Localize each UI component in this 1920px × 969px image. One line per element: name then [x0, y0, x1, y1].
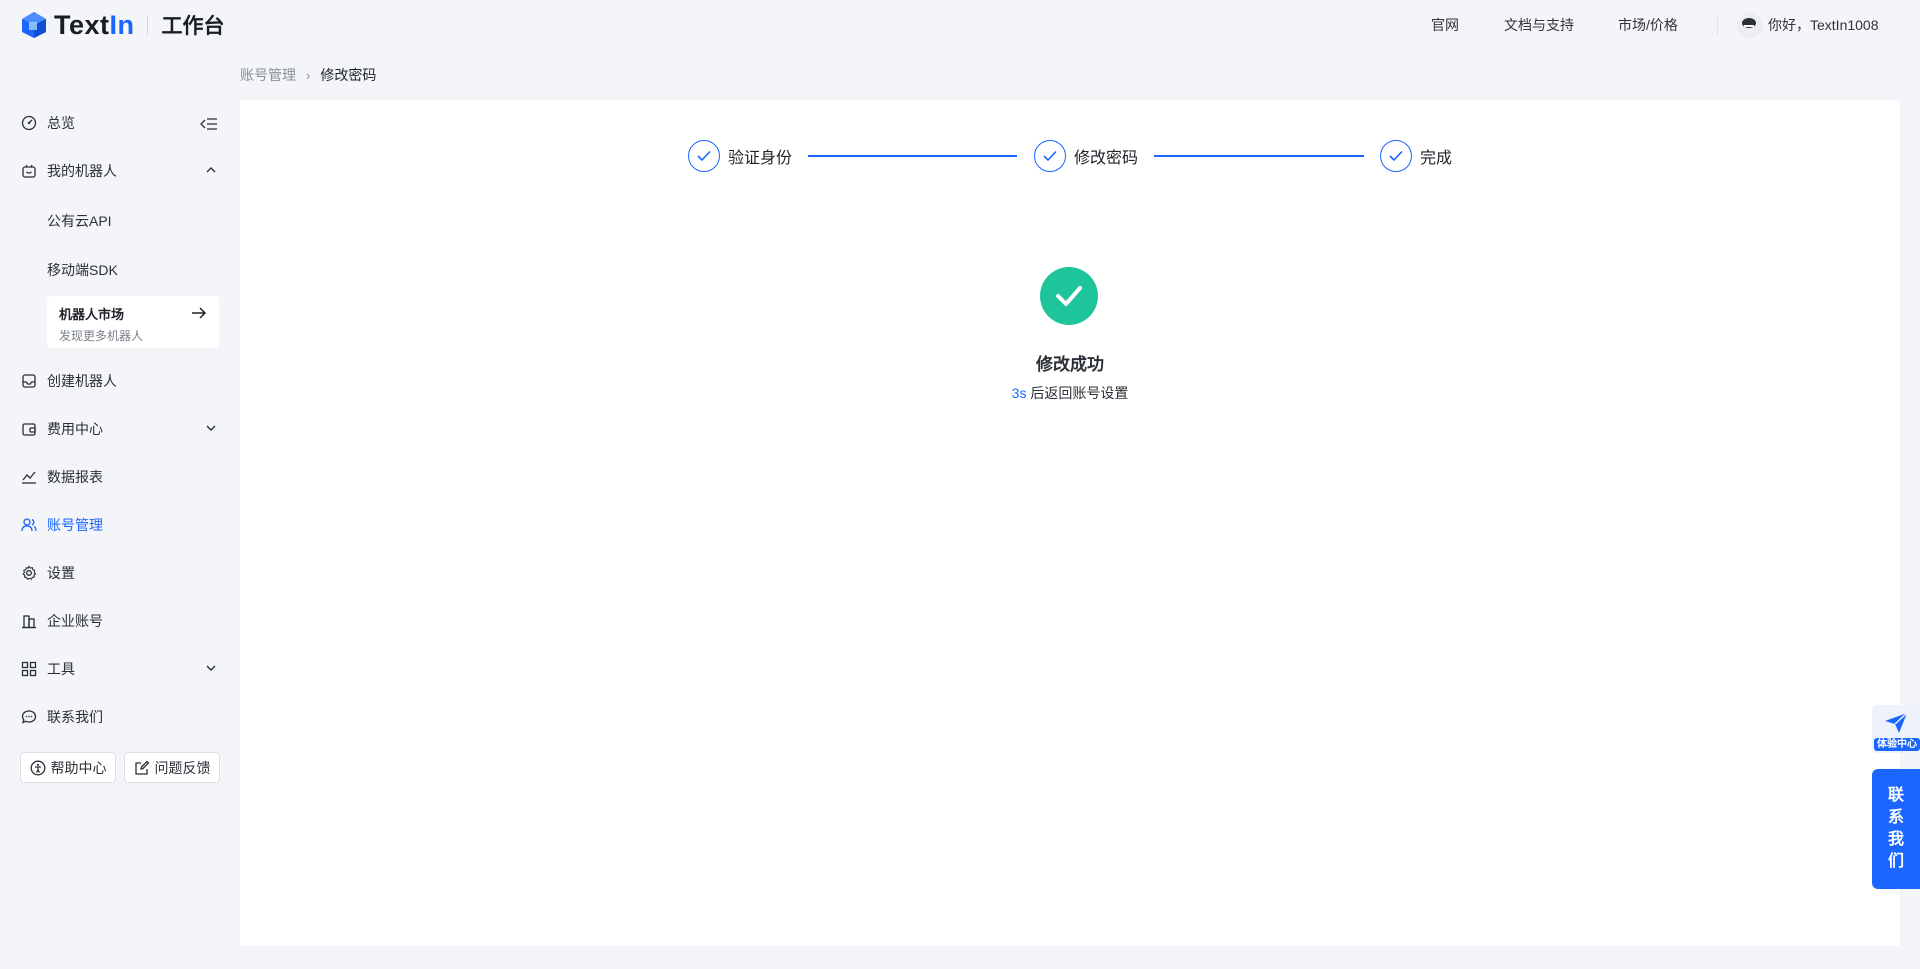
sidebar-item-create-robot[interactable]: 创建机器人 [20, 366, 220, 396]
robot-market-card[interactable]: 机器人市场 发现更多机器人 [47, 296, 219, 348]
redirect-countdown: 3s 后返回账号设置 [240, 383, 1900, 403]
countdown-value: 3s [1011, 385, 1027, 401]
sidebar-item-settings[interactable]: 设置 [20, 558, 220, 588]
step-change-password: 修改密码 [1034, 140, 1138, 172]
accessibility-icon [30, 760, 45, 775]
sidebar-item-label: 账号管理 [47, 517, 103, 533]
collapse-sidebar-icon[interactable] [200, 116, 218, 132]
sidebar-item-contact[interactable]: 联系我们 [20, 702, 220, 732]
sidebar-item-label: 总览 [47, 115, 75, 131]
sidebar-item-label: 企业账号 [47, 613, 103, 629]
step-connector [808, 155, 1017, 157]
step-connector [1154, 155, 1364, 157]
sidebar-item-overview[interactable]: 总览 [20, 108, 220, 138]
check-icon [688, 140, 720, 172]
nav-market-pricing[interactable]: 市场/价格 [1618, 15, 1678, 35]
inbox-icon [20, 372, 38, 390]
success-check-icon [1040, 267, 1098, 325]
nav-divider [1717, 15, 1718, 35]
nav-official-site[interactable]: 官网 [1431, 15, 1459, 35]
dashboard-icon [20, 114, 38, 132]
sidebar-item-enterprise[interactable]: 企业账号 [20, 606, 220, 636]
breadcrumb-parent[interactable]: 账号管理 [240, 65, 296, 85]
sidebar-item-label: 联系我们 [47, 709, 103, 725]
logo-divider [146, 15, 148, 35]
logo-subtitle: 工作台 [161, 15, 225, 38]
sidebar-item-label: 费用中心 [47, 421, 103, 437]
breadcrumb-separator: › [306, 67, 311, 83]
sidebar-item-label: 工具 [47, 661, 75, 677]
step-done: 完成 [1380, 140, 1452, 172]
countdown-text: 后返回账号设置 [1026, 385, 1129, 401]
gear-icon [20, 564, 38, 582]
edit-icon [134, 760, 149, 775]
avatar [1737, 12, 1763, 38]
help-center-button[interactable]: 帮助中心 [20, 752, 116, 783]
feedback-button[interactable]: 问题反馈 [124, 752, 220, 783]
sidebar-item-label: 创建机器人 [47, 373, 117, 389]
app-logo[interactable]: TextIn 工作台 [20, 10, 225, 40]
building-icon [20, 612, 38, 630]
user-menu[interactable]: 你好，TextIn1008 [1737, 12, 1879, 38]
sidebar-item-my-robots[interactable]: 我的机器人 [20, 156, 220, 186]
wallet-icon [20, 420, 38, 438]
breadcrumb: 账号管理 › 修改密码 [240, 65, 376, 85]
sidebar-item-tools[interactable]: 工具 [20, 654, 220, 684]
paper-plane-icon [1885, 712, 1908, 733]
sidebar-item-account[interactable]: 账号管理 [20, 510, 220, 540]
sidebar-item-billing[interactable]: 费用中心 [20, 414, 220, 444]
success-title: 修改成功 [1036, 355, 1104, 374]
contact-us-float-button[interactable]: 联 系 我 们 [1872, 769, 1920, 889]
logo-text: TextIn [54, 9, 135, 40]
sidebar-item-label: 数据报表 [47, 469, 103, 485]
chat-bubble-icon [20, 708, 38, 726]
sidebar-item-mobile-sdk[interactable]: 移动端SDK [47, 260, 118, 280]
check-icon [1034, 140, 1066, 172]
chevron-up-icon [206, 167, 216, 173]
sidebar: 总览 我的机器人 公有云API 移动端SDK 机器人市场 发现更多机器人 创建机… [0, 50, 235, 969]
experience-center-label: 体验中心 [1874, 738, 1920, 751]
users-icon [20, 516, 38, 534]
check-icon [1380, 140, 1412, 172]
main-content: 验证身份 修改密码 完成 修改成功 3s 后返回账号设置 [240, 100, 1900, 946]
sidebar-item-label: 设置 [47, 565, 75, 581]
sidebar-item-public-api[interactable]: 公有云API [47, 211, 112, 231]
market-subtitle: 发现更多机器人 [59, 329, 144, 343]
arrow-right-icon [192, 307, 207, 319]
chevron-down-icon [206, 665, 216, 671]
market-title: 机器人市场 [59, 307, 125, 322]
nav-docs-support[interactable]: 文档与支持 [1504, 15, 1574, 35]
textin-logo-icon [22, 12, 46, 38]
robot-icon [20, 162, 38, 180]
experience-center-button[interactable]: 体验中心 [1872, 705, 1920, 753]
step-verify-identity: 验证身份 [688, 140, 792, 172]
top-bar: TextIn 工作台 官网 文档与支持 市场/价格 你好，TextIn1008 [0, 0, 1920, 50]
user-greeting: 你好，TextIn1008 [1768, 17, 1879, 33]
sidebar-item-label: 我的机器人 [47, 163, 117, 179]
grid-icon [20, 660, 38, 678]
sidebar-item-reports[interactable]: 数据报表 [20, 462, 220, 492]
breadcrumb-current: 修改密码 [320, 67, 377, 83]
chevron-down-icon [206, 425, 216, 431]
line-chart-icon [20, 468, 38, 486]
